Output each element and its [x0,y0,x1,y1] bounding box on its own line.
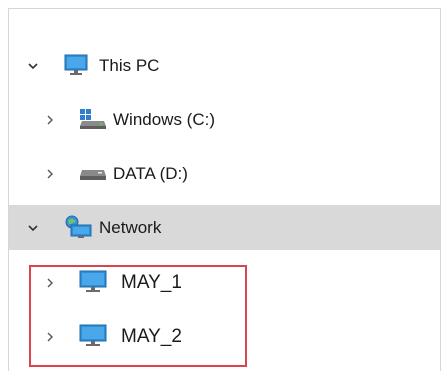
chevron-right-icon[interactable] [44,277,56,289]
chevron-down-icon[interactable] [27,60,39,72]
tree-item-label: DATA (D:) [113,163,188,183]
tree-item-computer[interactable]: MAY_2 [9,314,440,359]
chevron-down-icon[interactable] [27,222,39,234]
tree-item-network[interactable]: Network [9,205,440,250]
monitor-icon [64,54,88,76]
computer-icon [79,270,107,294]
chevron-right-icon[interactable] [44,331,56,343]
tree-item-computer[interactable]: MAY_1 [9,260,440,305]
network-icon [64,215,92,239]
navigation-pane: This PC Windows (C:) DATA (D:) Network M… [8,8,441,371]
tree-item-drive-d[interactable]: DATA (D:) [9,151,440,196]
windows-drive-icon [79,109,107,129]
computer-icon [79,324,107,348]
tree-item-label: MAY_2 [121,325,182,347]
tree-item-label: This PC [99,55,160,75]
tree-item-label: Windows (C:) [113,109,216,129]
tree-item-this-pc[interactable]: This PC [9,43,440,88]
chevron-right-icon[interactable] [44,168,56,180]
tree-item-label: MAY_1 [121,271,182,293]
drive-icon [79,166,107,182]
tree-item-label: Network [99,217,162,237]
tree-item-drive-c[interactable]: Windows (C:) [9,97,440,142]
chevron-right-icon[interactable] [44,114,56,126]
